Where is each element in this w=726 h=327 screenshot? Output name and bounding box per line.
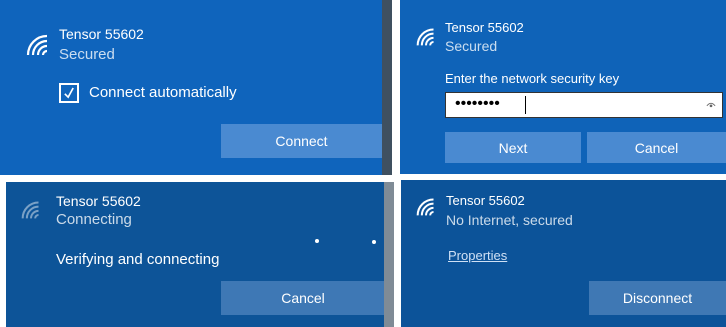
network-name: Tensor 55602 bbox=[59, 26, 144, 42]
security-key-prompt: Enter the network security key bbox=[445, 71, 620, 86]
disconnect-button-label: Disconnect bbox=[622, 290, 693, 306]
eye-icon[interactable] bbox=[706, 101, 716, 109]
properties-link[interactable]: Properties bbox=[448, 248, 507, 263]
network-status: Secured bbox=[59, 46, 115, 63]
wifi-panel-connecting: Tensor 55602 Connecting Verifying and co… bbox=[6, 182, 394, 327]
connect-automatically-label[interactable]: Connect automatically bbox=[89, 84, 237, 101]
wifi-icon bbox=[416, 198, 434, 216]
security-key-input[interactable]: •••••••• bbox=[445, 92, 723, 118]
cancel-button[interactable]: Cancel bbox=[221, 281, 385, 315]
wifi-panel-security-key: Tensor 55602 Secured Enter the network s… bbox=[400, 0, 726, 174]
progress-dot bbox=[315, 239, 319, 243]
cancel-button[interactable]: Cancel bbox=[587, 132, 726, 163]
check-icon bbox=[64, 87, 74, 99]
panel-edge bbox=[382, 0, 392, 175]
connect-button-label: Connect bbox=[275, 133, 328, 149]
wifi-panel-secured: Tensor 55602 Secured Connect automatical… bbox=[0, 0, 392, 175]
network-status: Connecting bbox=[56, 211, 132, 228]
next-button-label: Next bbox=[498, 139, 528, 156]
next-button[interactable]: Next bbox=[445, 132, 581, 163]
text-caret bbox=[525, 96, 526, 114]
network-name: Tensor 55602 bbox=[445, 20, 524, 35]
password-mask: •••••••• bbox=[455, 95, 500, 112]
wifi-icon bbox=[416, 28, 434, 46]
network-name: Tensor 55602 bbox=[446, 193, 525, 208]
network-status: Secured bbox=[445, 38, 498, 54]
connect-button[interactable]: Connect bbox=[221, 124, 382, 158]
disconnect-button[interactable]: Disconnect bbox=[589, 281, 726, 315]
network-name: Tensor 55602 bbox=[56, 193, 141, 209]
panel-edge bbox=[384, 182, 394, 327]
wifi-panel-connected: Tensor 55602 No Internet, secured Proper… bbox=[401, 180, 726, 327]
connect-automatically-checkbox[interactable] bbox=[59, 83, 79, 103]
cancel-button-label: Cancel bbox=[634, 139, 679, 156]
cancel-button-label: Cancel bbox=[281, 290, 325, 306]
network-status: No Internet, secured bbox=[446, 212, 573, 228]
wifi-icon bbox=[26, 34, 48, 56]
wifi-icon bbox=[21, 201, 39, 219]
connecting-message: Verifying and connecting bbox=[56, 251, 220, 268]
progress-dot bbox=[372, 240, 376, 244]
